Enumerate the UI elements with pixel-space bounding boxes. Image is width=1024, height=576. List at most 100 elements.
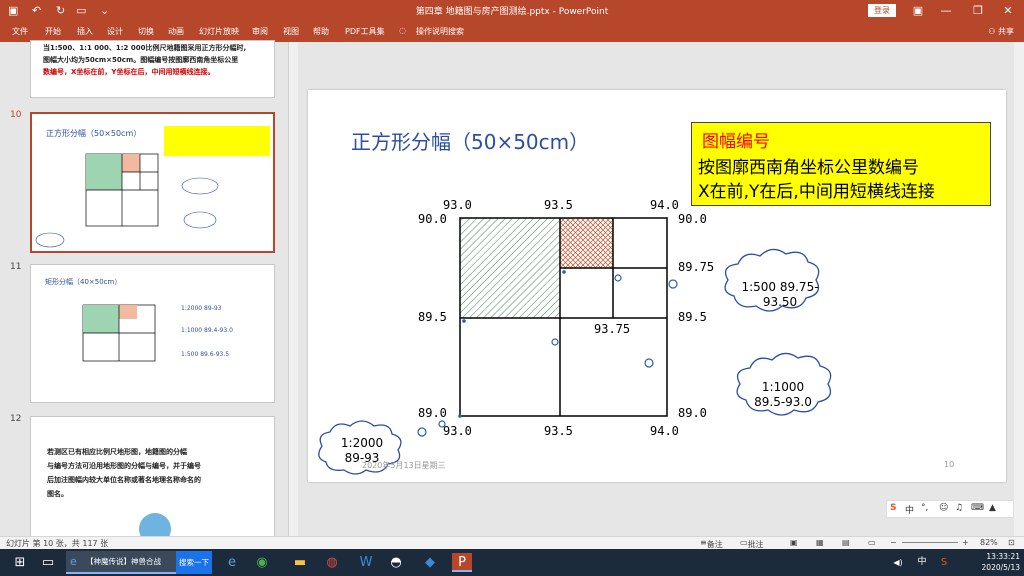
- thumb9-line1: 当1:500、1:1 000、1:2 000比例尺地籍图采用正方形分幅时,: [43, 44, 247, 52]
- bottom-label-93-0: 93.0: [443, 424, 472, 438]
- punctuation-icon[interactable]: °,: [921, 503, 928, 513]
- keyboard-icon[interactable]: ⌨: [971, 503, 984, 513]
- top-label-94-0: 94.0: [650, 198, 679, 212]
- taskbar-browser-label: 【神魔传说】神兽合战: [86, 557, 161, 566]
- windows-start-icon[interactable]: ⊞: [10, 553, 30, 572]
- share-label: 共享: [998, 27, 1014, 36]
- cloud-1to500-line1: 1:500 89.75-: [741, 280, 819, 294]
- hatch-1to500-cell: [560, 218, 613, 268]
- zoom-out-icon[interactable]: −: [890, 538, 897, 547]
- slide-thumbnail-10[interactable]: 正方形分幅（50×50cm）: [30, 112, 275, 253]
- system-clock[interactable]: 13:33:21 2020/5/13: [982, 551, 1020, 573]
- tab-design[interactable]: 设计: [107, 26, 123, 37]
- zoom-slider[interactable]: [902, 542, 958, 543]
- slide-thumbnail-12[interactable]: 若测区已有相应比例尺地形图，地籍图的分幅 与编号方法可沿用地形图的分幅与编号，并…: [30, 416, 275, 538]
- slide-number-11: 11: [10, 262, 22, 272]
- taskbar-browser-item[interactable]: e 【神魔传说】神兽合战: [66, 551, 176, 574]
- cloud-1to1000-text: 1:1000 89.5-93.0: [748, 380, 818, 410]
- slide-scrollbar[interactable]: [1014, 42, 1024, 536]
- right-label-90-0: 90.0: [678, 212, 707, 226]
- restore-icon[interactable]: ❐: [962, 0, 994, 22]
- fit-slide-icon[interactable]: ⊡: [1008, 538, 1015, 547]
- clock-date: 2020/5/13: [981, 563, 1020, 572]
- thumbnail-scrollbar[interactable]: [288, 42, 298, 536]
- bottom-label-94-0: 94.0: [650, 424, 679, 438]
- right-label-89-75: 89.75: [678, 260, 715, 274]
- close-icon[interactable]: ✕: [992, 0, 1024, 22]
- thumb12-line1: 若测区已有相应比例尺地形图，地籍图的分幅: [47, 448, 187, 456]
- thumb9-line3: 数编号，X坐标在前，Y坐标在后，中间用短横线连接。: [43, 68, 215, 76]
- title-bar: ▣ ↶ ↻ ▭ ⌄ 第四章 地籍图与房产图测绘.pptx - PowerPoin…: [0, 0, 1024, 22]
- comments-button[interactable]: ▭ 批注: [740, 538, 764, 549]
- thumb11-grid: [82, 304, 156, 362]
- qq-icon[interactable]: ◓: [386, 553, 406, 572]
- ime-toolbar[interactable]: S 中 °, ☺ ♫ ⌨ ▲: [886, 500, 1014, 518]
- chrome-icon[interactable]: ◍: [322, 553, 342, 572]
- ie-icon: e: [70, 555, 77, 568]
- hatch-1to2000-cell: [460, 218, 560, 318]
- tab-insert[interactable]: 插入: [77, 26, 93, 37]
- tab-file[interactable]: 文件: [12, 26, 28, 37]
- thumb9-line2: 图幅大小均为50cm×50cm。图幅编号按图廓西南角坐标公里: [43, 56, 239, 64]
- emoji-icon[interactable]: ☺: [939, 503, 948, 513]
- reading-view-icon[interactable]: ▤: [842, 538, 850, 547]
- tab-animations[interactable]: 动画: [168, 26, 184, 37]
- feishu-icon[interactable]: ◆: [420, 553, 440, 572]
- ribbon-tabs: 文件 开始 插入 设计 切换 动画 幻灯片放映 审阅 视图 帮助 PDF工具集 …: [0, 22, 1024, 42]
- tell-me-search[interactable]: 操作说明搜索: [416, 26, 464, 37]
- microphone-icon[interactable]: ♫: [955, 503, 963, 513]
- sogou-icon: S: [890, 503, 897, 513]
- mascot-image: [139, 513, 171, 537]
- status-bar: 幻灯片 第 10 张，共 117 张 ≡ 备注 ▭ 批注 ▣ ▦ ▤ ▭ − +…: [0, 536, 1024, 549]
- ime-indicator[interactable]: 中: [912, 553, 932, 572]
- slide-canvas[interactable]: 正方形分幅（50×50cm） 图幅编号 按图廓西南角坐标公里数编号 X在前,Y在…: [308, 90, 1006, 482]
- sorter-view-icon[interactable]: ▦: [816, 538, 824, 547]
- slide-number-12: 12: [10, 414, 22, 424]
- tab-pdf-tools[interactable]: PDF工具集: [345, 26, 385, 37]
- clock-time: 13:33:21: [986, 552, 1020, 561]
- lightbulb-icon: ◌: [399, 26, 406, 35]
- minimize-icon[interactable]: —: [930, 0, 962, 22]
- thumb12-line3: 后加注图幅内较大单位名称或著名地理名称命名的: [47, 476, 201, 484]
- edge-icon[interactable]: e: [222, 553, 242, 572]
- share-button[interactable]: ⚇ 共享: [988, 26, 1014, 37]
- left-label-90-0: 90.0: [418, 212, 447, 226]
- ime-mode[interactable]: 中: [905, 503, 914, 516]
- slide-thumbnail-11[interactable]: 矩形分幅（40×50cm） 1:2000 89-93 1:1000 89.4-9…: [30, 264, 275, 403]
- thumb12-line4: 图名。: [47, 490, 68, 498]
- sogou-tray-icon[interactable]: S: [934, 553, 954, 572]
- login-button[interactable]: 登录: [868, 4, 896, 17]
- tab-transitions[interactable]: 切换: [138, 26, 154, 37]
- task-view-icon[interactable]: ▭: [38, 553, 58, 572]
- mid-label-93-75: 93.75: [594, 322, 631, 336]
- slide-date-footer: 2020年5月13日星期三: [362, 461, 446, 470]
- normal-view-icon[interactable]: ▣: [790, 538, 798, 547]
- left-label-89-5: 89.5: [418, 310, 447, 324]
- zoom-level[interactable]: 82%: [980, 538, 998, 547]
- file-explorer-icon[interactable]: ▬: [290, 553, 310, 572]
- notes-button[interactable]: ≡ 备注: [700, 538, 723, 549]
- tab-slideshow[interactable]: 幻灯片放映: [199, 26, 239, 37]
- cloud-1to500-line2: 93.50: [762, 295, 798, 309]
- skin-icon[interactable]: ▲: [989, 503, 996, 513]
- thumb12-line2: 与编号方法可沿用地形图的分幅与编号，并于编号: [47, 462, 201, 470]
- taskbar-search-button[interactable]: 搜索一下: [176, 551, 212, 574]
- thumb11-row2: 1:1000 89.4-93.0: [181, 327, 233, 334]
- app-icon-green[interactable]: ◉: [252, 553, 272, 572]
- right-label-89-0: 89.0: [678, 406, 707, 420]
- tab-review[interactable]: 审阅: [252, 26, 268, 37]
- tab-help[interactable]: 帮助: [313, 26, 329, 37]
- person-icon: ⚇: [988, 27, 998, 36]
- volume-icon[interactable]: ◀): [888, 553, 908, 572]
- tab-view[interactable]: 视图: [283, 26, 299, 37]
- slide-number-footer: 10: [944, 460, 955, 469]
- wps-icon[interactable]: W: [356, 553, 376, 572]
- powerpoint-taskbar-icon[interactable]: P: [452, 553, 472, 572]
- thumb10-grid: [35, 153, 219, 248]
- zoom-in-icon[interactable]: +: [962, 538, 969, 547]
- tab-home[interactable]: 开始: [45, 26, 61, 37]
- slide-thumbnail-9[interactable]: 当1:500、1:1 000、1:2 000比例尺地籍图采用正方形分幅时, 图幅…: [30, 40, 275, 98]
- slideshow-view-icon[interactable]: ▭: [868, 538, 876, 547]
- top-label-93-0: 93.0: [443, 198, 472, 212]
- left-label-89-0: 89.0: [418, 406, 447, 420]
